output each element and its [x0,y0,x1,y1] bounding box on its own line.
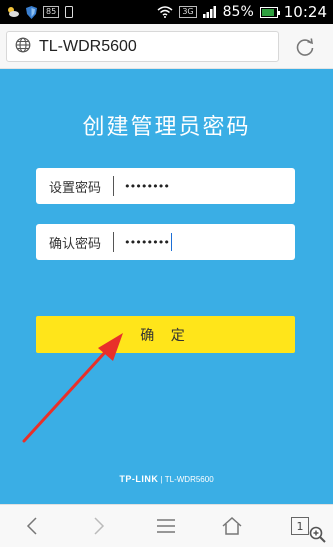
menu-icon[interactable] [152,513,180,539]
signal-icon [202,6,217,18]
shield-icon [26,5,37,19]
status-bar: 85 3G 85% 10:24 [0,0,333,24]
tp-link-logo: TP-LINK [119,474,159,484]
confirm-button[interactable]: 确 定 [36,316,295,353]
confirm-password-field[interactable]: 确认密码 •••••••• [36,224,295,260]
brand-model: | TL-WDR5600 [160,475,214,484]
phone-icon [65,6,74,18]
globe-icon [15,37,31,57]
notification-badge: 85 [43,6,60,18]
network-type-label: 3G [179,6,197,18]
battery-percent: 85% [222,4,254,20]
tabs-icon: 1 [291,517,309,535]
home-icon[interactable] [218,513,246,539]
confirm-password-label: 确认密码 [49,236,102,252]
battery-icon [259,6,280,18]
router-setup-page: 创建管理员密码 设置密码 •••••••• 确认密码 •••••••• 确 定 … [0,69,333,504]
page-title: 创建管理员密码 [82,115,251,140]
wifi-icon [157,6,173,18]
browser-address-bar: TL-WDR5600 [0,24,333,69]
forward-icon[interactable] [85,513,113,539]
password-value: •••••••• [124,179,170,193]
weather-icon [6,6,20,18]
field-divider [113,232,114,252]
refresh-icon[interactable] [294,36,316,58]
brand-footer: TP-LINK | TL-WDR5600 [0,474,333,484]
battery-fill [261,8,274,16]
browser-nav-bar: 1 [0,504,333,547]
url-text: TL-WDR5600 [39,37,137,55]
field-divider [113,176,114,196]
clock-time: 10:24 [283,3,327,21]
status-left-icons: 85 [6,5,74,19]
text-cursor [170,233,172,251]
status-right-icons: 3G 85% 10:24 [157,3,327,21]
back-icon[interactable] [18,513,46,539]
zoom-icon[interactable] [309,526,327,547]
url-field[interactable]: TL-WDR5600 [6,31,279,62]
password-label: 设置密码 [49,180,102,196]
tabs-count: 1 [296,519,304,533]
password-field[interactable]: 设置密码 •••••••• [36,168,295,204]
confirm-password-value: •••••••• [124,235,170,249]
